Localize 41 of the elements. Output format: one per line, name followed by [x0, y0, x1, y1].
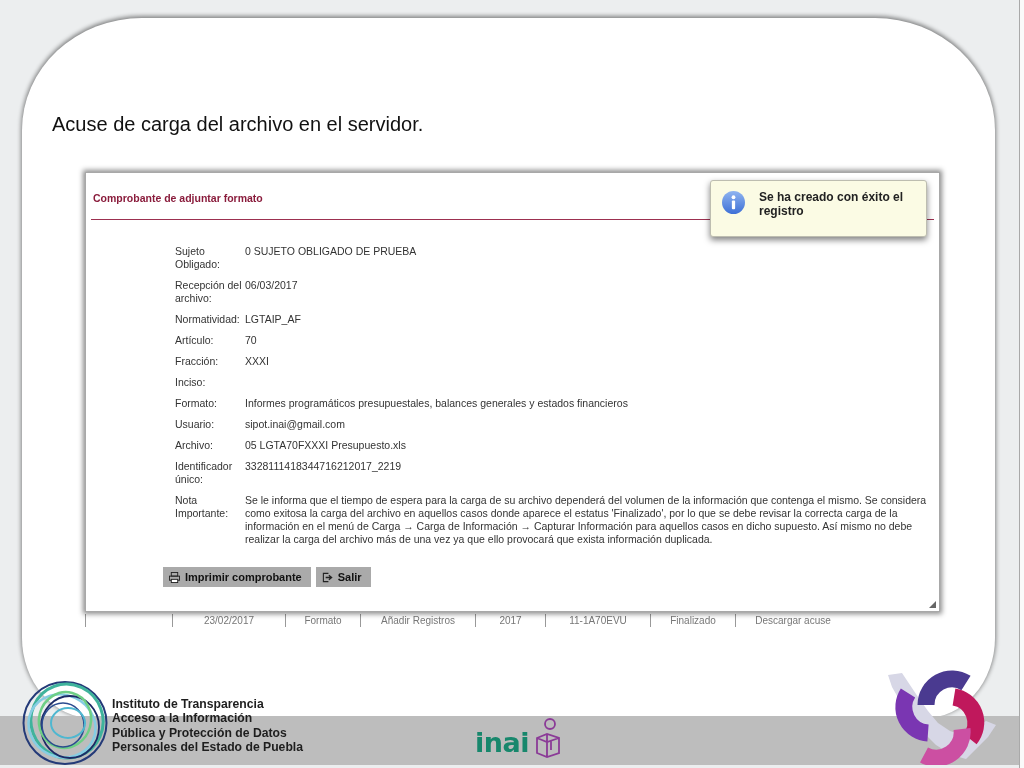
- rings-logo-icon: [22, 680, 108, 766]
- field-label: Nota Importante:: [175, 494, 230, 521]
- table-cell: Descargar acuse: [755, 614, 831, 627]
- slide-heading: Acuse de carga del archivo en el servidor.: [52, 112, 424, 136]
- institute-name: Instituto de Transparencia Acceso a la Información Pública y Protección de Datos Personales del Estado de Puebla: [112, 697, 304, 755]
- field-label: Archivo:: [175, 439, 213, 452]
- field-label: Identificador único:: [175, 460, 234, 486]
- table-cell: Finalizado: [670, 614, 716, 627]
- exit-button[interactable]: Salir: [315, 567, 371, 587]
- field-label: Sujeto Obligado:: [175, 245, 221, 271]
- field-label: Inciso:: [175, 376, 206, 389]
- table-cell: 2017: [499, 614, 522, 627]
- field-value: 06/03/2017: [245, 279, 298, 293]
- field-value: XXXI: [245, 355, 269, 368]
- resize-grip-icon[interactable]: [929, 601, 936, 608]
- book-person-icon: [534, 718, 561, 758]
- table-cell: Añadir Registros: [381, 614, 455, 627]
- field-label: Recepción del archivo:: [175, 279, 243, 305]
- print-button[interactable]: Imprimir comprobante: [163, 567, 311, 587]
- field-label: Usuario:: [175, 418, 215, 431]
- field-value: 05 LGTA70FXXXI Presupuesto.xls: [245, 439, 406, 452]
- field-value: sipot.inai@gmail.com: [245, 418, 345, 431]
- printer-icon: [169, 571, 180, 583]
- field-value: Se le informa que el tiempo de espera para la carga de su archivo dependerá del volumen de la información que contenga el mismo. Se considera como exitosa la carga del archivo en aquellos casos donde aparece el estatus 'Finalizado', por lo que se debe revisar la correcta carga de la información en el menú de Carga → Carga de Información → Capturar Información para aquellos casos en dicho supuesto. Así mismo no debe realizar la carga del archivo más de una vez ya que ello provocará que exista información duplicada.: [245, 494, 928, 546]
- field-value: LGTAIP_AF: [245, 313, 301, 326]
- field-value: Informes programáticos presupuestales, balances generales y estados financieros: [245, 397, 628, 410]
- table-cell: 23/02/2017: [203, 614, 255, 627]
- field-label: Artículo:: [175, 334, 214, 347]
- field-label: Fracción:: [175, 355, 219, 368]
- field-value: 0 SUJETO OBLIGADO DE PRUEBA: [245, 245, 417, 259]
- brand-wordmark: inai: [475, 728, 529, 758]
- info-icon: [722, 191, 745, 214]
- table-cell: Formato: [304, 614, 342, 627]
- field-value: 70: [245, 334, 257, 347]
- dialog-title: Comprobante de adjuntar formato: [93, 192, 263, 205]
- field-label: Formato:: [175, 397, 217, 410]
- notification-message: Se ha creado con éxito el registro: [759, 190, 905, 218]
- exit-icon: [321, 571, 333, 583]
- table-cell: 11-1A70EVU: [569, 614, 627, 627]
- field-label: Normatividad:: [175, 313, 240, 326]
- field-value: 3328111418344716212017_2219: [245, 460, 402, 474]
